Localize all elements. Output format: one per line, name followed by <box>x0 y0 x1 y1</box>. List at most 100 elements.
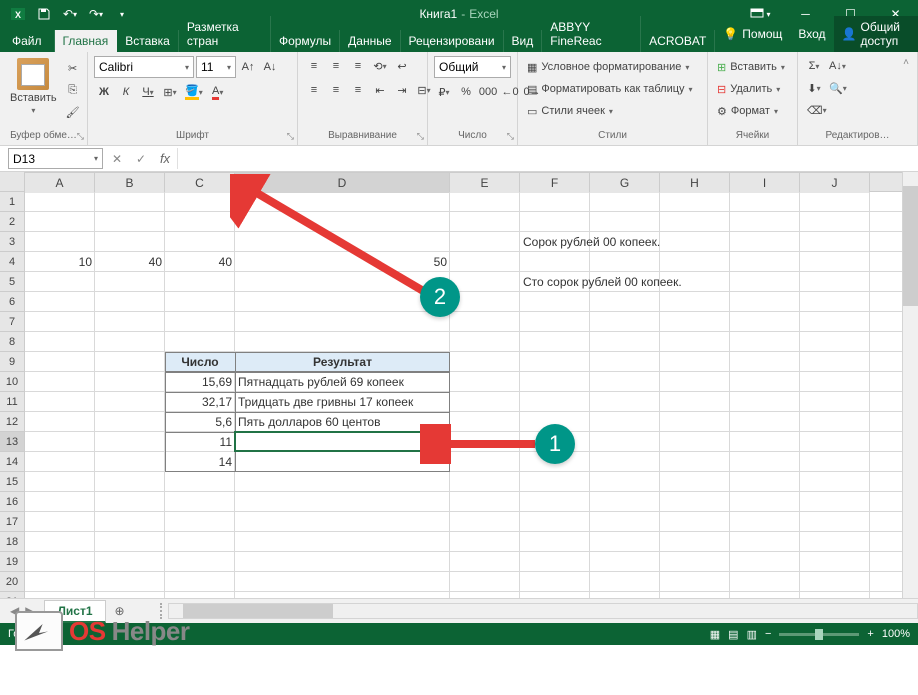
tell-me[interactable]: 💡Помощ <box>715 23 790 45</box>
copy-icon[interactable]: ⎘ <box>63 80 83 100</box>
row-header-15[interactable]: 15 <box>0 472 25 492</box>
format-painter-icon[interactable]: 🖌 <box>63 102 83 122</box>
name-box[interactable]: D13▾ <box>8 148 103 169</box>
cond-format-button[interactable]: ▦Условное форматирование▾ <box>524 56 701 78</box>
col-header-F[interactable]: F <box>520 173 590 193</box>
orientation-icon[interactable]: ⟲▾ <box>370 56 390 76</box>
row-header-11[interactable]: 11 <box>0 392 25 412</box>
tab-insert[interactable]: Вставка <box>117 30 179 52</box>
col-header-E[interactable]: E <box>450 173 520 193</box>
zoom-level[interactable]: 100% <box>882 628 910 640</box>
row-header-14[interactable]: 14 <box>0 452 25 472</box>
delete-cells-button[interactable]: ⊟Удалить▾ <box>714 78 791 100</box>
row-header-4[interactable]: 4 <box>0 252 25 272</box>
row-header-7[interactable]: 7 <box>0 312 25 332</box>
collapse-ribbon-icon[interactable]: ˄ <box>896 52 916 72</box>
view-pagelayout-icon[interactable]: ▤ <box>728 628 738 641</box>
dialog-launcher-icon[interactable]: ⤡ <box>507 131 514 142</box>
dialog-launcher-icon[interactable]: ⤡ <box>77 131 84 142</box>
fx-icon[interactable]: fx <box>153 148 177 169</box>
zoom-out-icon[interactable]: − <box>765 628 771 640</box>
col-header-C[interactable]: C <box>165 173 235 193</box>
row-header-21[interactable]: 21 <box>0 592 25 598</box>
col-header-D[interactable]: D <box>235 173 450 193</box>
row-header-8[interactable]: 8 <box>0 332 25 352</box>
row-header-19[interactable]: 19 <box>0 552 25 572</box>
align-center-icon[interactable]: ≡ <box>326 80 346 100</box>
shrink-font-icon[interactable]: A↓ <box>260 57 280 77</box>
font-name-combo[interactable]: Calibri▾ <box>94 56 194 78</box>
font-color-icon[interactable]: A▾ <box>208 82 228 102</box>
zoom-in-icon[interactable]: + <box>867 628 873 640</box>
tab-home[interactable]: Главная <box>55 30 118 52</box>
row-header-10[interactable]: 10 <box>0 372 25 392</box>
borders-icon[interactable]: ⊞▾ <box>160 82 180 102</box>
row-header-16[interactable]: 16 <box>0 492 25 512</box>
currency-icon[interactable]: ₽▾ <box>434 82 454 102</box>
redo-icon[interactable]: ↷▾ <box>84 2 108 26</box>
col-header-G[interactable]: G <box>590 173 660 193</box>
tab-pagelayout[interactable]: Разметка стран <box>179 16 271 52</box>
cell-D4[interactable]: 50 <box>235 252 450 272</box>
number-format-combo[interactable]: Общий▾ <box>434 56 511 78</box>
view-normal-icon[interactable]: ▦ <box>710 628 720 641</box>
dialog-launcher-icon[interactable]: ⤡ <box>417 131 424 142</box>
insert-cells-button[interactable]: ⊞Вставить▾ <box>714 56 791 78</box>
horizontal-scrollbar[interactable] <box>168 603 918 619</box>
row-header-1[interactable]: 1 <box>0 192 25 212</box>
dialog-launcher-icon[interactable]: ⤡ <box>287 131 294 142</box>
bold-button[interactable]: Ж <box>94 82 114 102</box>
row-header-20[interactable]: 20 <box>0 572 25 592</box>
paste-button[interactable]: Вставить▾ <box>6 56 61 117</box>
col-header-A[interactable]: A <box>25 173 95 193</box>
formula-input[interactable] <box>177 148 918 169</box>
col-header-H[interactable]: H <box>660 173 730 193</box>
cell-F5[interactable]: Сто сорок рублей 00 копеек. <box>520 272 770 292</box>
cell-B4[interactable]: 40 <box>95 252 165 272</box>
cell-C4[interactable]: 40 <box>165 252 235 272</box>
row-header-2[interactable]: 2 <box>0 212 25 232</box>
cell-A4[interactable]: 10 <box>25 252 95 272</box>
format-table-button[interactable]: ▤Форматировать как таблицу▾ <box>524 78 701 100</box>
indent-inc-icon[interactable]: ⇥ <box>392 80 412 100</box>
tab-formulas[interactable]: Формулы <box>271 30 340 52</box>
underline-button[interactable]: Ч▾ <box>138 82 158 102</box>
col-header-B[interactable]: B <box>95 173 165 193</box>
row-header-5[interactable]: 5 <box>0 272 25 292</box>
row-header-18[interactable]: 18 <box>0 532 25 552</box>
undo-icon[interactable]: ↶▾ <box>58 2 82 26</box>
share-button[interactable]: 👤Общий доступ <box>834 16 918 52</box>
cell-styles-button[interactable]: ▭Стили ячеек▾ <box>524 100 701 122</box>
tab-data[interactable]: Данные <box>340 30 400 52</box>
align-right-icon[interactable]: ≡ <box>348 80 368 100</box>
tab-view[interactable]: Вид <box>504 30 543 52</box>
grow-font-icon[interactable]: A↑ <box>238 57 258 77</box>
tab-abbyy[interactable]: ABBYY FineReac <box>542 16 641 52</box>
cut-icon[interactable]: ✂ <box>63 58 83 78</box>
cell-F3[interactable]: Сорок рублей 00 копеек. <box>520 232 770 252</box>
select-all-icon[interactable] <box>0 172 25 192</box>
inc-decimal-icon[interactable]: ←0 <box>500 82 520 102</box>
login-button[interactable]: Вход <box>790 23 833 45</box>
tab-acrobat[interactable]: ACROBAT <box>641 30 715 52</box>
percent-icon[interactable]: % <box>456 82 476 102</box>
align-left-icon[interactable]: ≡ <box>304 80 324 100</box>
format-cells-button[interactable]: ⚙Формат▾ <box>714 100 791 122</box>
find-icon[interactable]: 🔍▾ <box>826 78 850 98</box>
fill-color-icon[interactable]: 🪣▾ <box>182 82 206 102</box>
align-middle-icon[interactable]: ≡ <box>326 56 346 76</box>
col-header-I[interactable]: I <box>730 173 800 193</box>
align-top-icon[interactable]: ≡ <box>304 56 324 76</box>
view-pagebreak-icon[interactable]: ▥ <box>747 628 757 641</box>
col-header-J[interactable]: J <box>800 173 870 193</box>
row-header-9[interactable]: 9 <box>0 352 25 372</box>
tab-review[interactable]: Рецензировани <box>401 30 504 52</box>
autosum-icon[interactable]: Σ▾ <box>804 56 824 76</box>
fill-icon[interactable]: ⬇▾ <box>804 78 824 98</box>
vertical-scrollbar[interactable] <box>902 172 918 598</box>
italic-button[interactable]: К <box>116 82 136 102</box>
comma-icon[interactable]: 000 <box>478 82 498 102</box>
zoom-slider[interactable] <box>779 633 859 636</box>
row-header-3[interactable]: 3 <box>0 232 25 252</box>
save-icon[interactable] <box>32 2 56 26</box>
